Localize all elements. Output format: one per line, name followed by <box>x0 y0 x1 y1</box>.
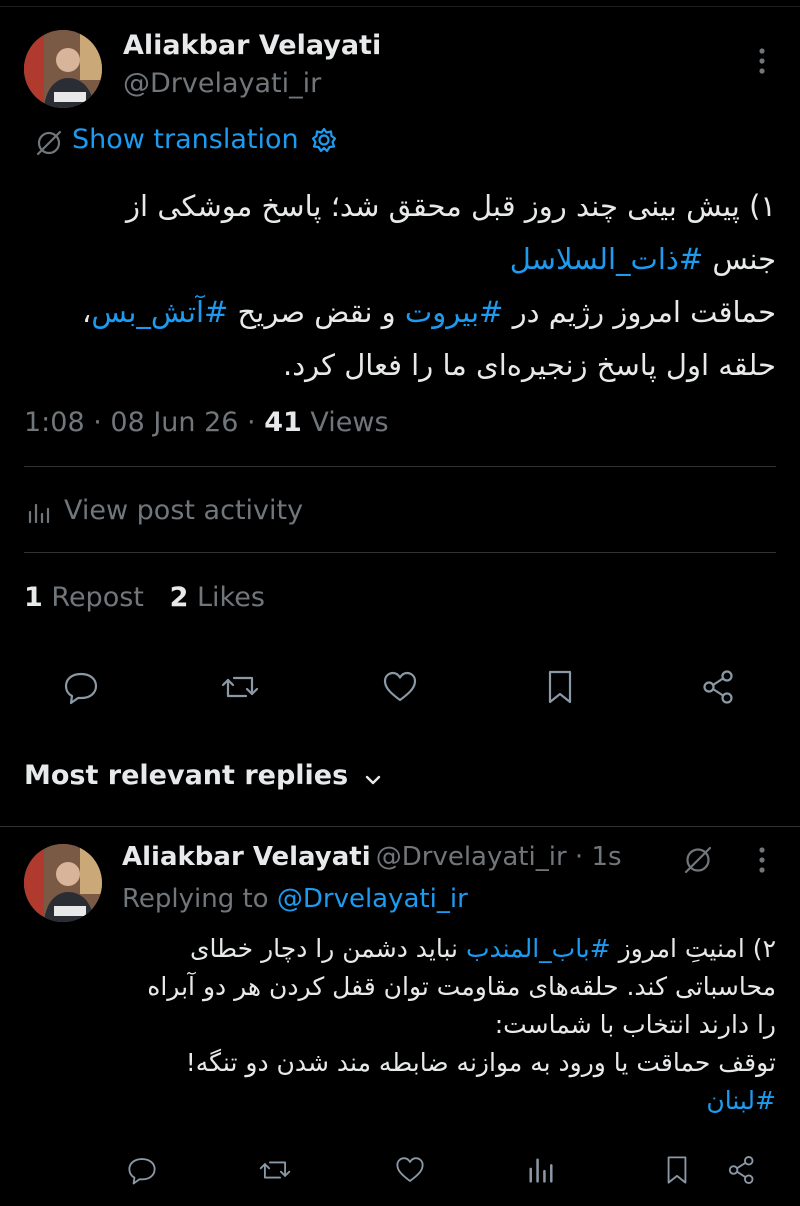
gear-icon[interactable] <box>310 126 338 154</box>
avatar[interactable] <box>24 30 102 108</box>
post-text-line: حلقه اول پاسخ زنجیره‌ای ما را فعال کرد. <box>283 348 776 382</box>
reply-icon[interactable] <box>126 1154 158 1186</box>
separator: · <box>84 407 111 438</box>
share-icon[interactable] <box>700 668 738 706</box>
post-date[interactable]: 08 Jun 26 <box>110 407 238 438</box>
more-icon[interactable] <box>752 47 772 77</box>
view-post-activity-link[interactable]: View post activity <box>64 495 303 526</box>
post-text-line: جنس #ذات_السلاسل <box>20 233 776 286</box>
engagement-counts: 1 Repost 2 Likes <box>24 582 265 613</box>
heart-icon[interactable] <box>381 668 419 706</box>
reply-avatar[interactable] <box>24 844 102 922</box>
post-text-segment: جنس <box>703 242 776 276</box>
reply-icon[interactable] <box>62 668 100 706</box>
reply-header: Aliakbar Velayati @Drvelayati_ir · 1s <box>122 842 622 872</box>
post-text: ۱) پیش بینی چند روز قبل محقق شد؛ پاسخ مو… <box>20 180 776 392</box>
reply-author-name[interactable]: Aliakbar Velayati <box>122 842 371 872</box>
replying-to-handle[interactable]: @Drvelayati_ir <box>277 884 468 914</box>
repost-icon[interactable] <box>220 668 260 706</box>
reply-text-line: را دارند انتخاب با شماست: <box>494 1010 776 1039</box>
reply-text-line: محاسباتی کند. حلقه‌های مقاومت توان قفل ک… <box>147 972 776 1001</box>
replying-to-label: Replying to <box>122 884 269 914</box>
divider <box>24 466 776 467</box>
analytics-icon[interactable] <box>526 1154 556 1186</box>
reply-text-line: ۲) امنیتِ امروز #باب_المندب نباید دشمن ر… <box>118 930 776 968</box>
hashtag-link[interactable]: #بیروت <box>405 295 503 329</box>
author-name[interactable]: Aliakbar Velayati <box>123 30 381 61</box>
likes-link[interactable]: 2 Likes <box>170 582 265 613</box>
heart-icon[interactable] <box>394 1154 426 1186</box>
top-divider <box>0 6 800 7</box>
hashtag-link[interactable]: #لبنان <box>706 1086 776 1115</box>
grok-icon[interactable] <box>682 844 714 876</box>
replying-to: Replying to @Drvelayati_ir <box>122 884 468 914</box>
share-icon[interactable] <box>726 1154 758 1186</box>
likes-count: 2 <box>169 582 189 613</box>
reply-text-line: توقف حماقت یا ورود به موازنه ضابطه مند ش… <box>185 1048 776 1077</box>
reposts-link[interactable]: 1 Repost <box>24 582 144 613</box>
analytics-icon <box>26 500 52 526</box>
post-time[interactable]: 1:08 <box>24 407 85 438</box>
hashtag-link[interactable]: #ذات_السلاسل <box>510 242 703 276</box>
show-translation-link[interactable]: Show translation <box>72 124 299 155</box>
post-text-segment: ، <box>82 295 92 329</box>
bookmark-icon[interactable] <box>543 668 577 706</box>
reply-time[interactable]: 1s <box>591 842 621 872</box>
reply-text: ۲) امنیتِ امروز #باب_المندب نباید دشمن ر… <box>118 930 776 1120</box>
repost-count: 1 <box>24 582 43 613</box>
separator: · <box>238 407 265 438</box>
divider <box>0 826 800 827</box>
reply-text-segment: نباید دشمن را دچار خطای <box>189 934 466 963</box>
post-text-segment: و نقض صریح <box>228 295 405 329</box>
chevron-down-icon <box>363 770 383 790</box>
post-text-line: حماقت امروز رژیم در #بیروت و نقض صریح #آ… <box>20 286 776 339</box>
post-text-segment: حماقت امروز رژیم در <box>503 295 776 329</box>
repost-icon[interactable] <box>258 1154 292 1186</box>
replies-sort-dropdown[interactable]: Most relevant replies <box>24 760 383 791</box>
translate-icon <box>34 128 64 158</box>
reply-text-segment: ۲) امنیتِ امروز <box>610 934 776 963</box>
views-label: Views <box>310 407 389 438</box>
likes-label: Likes <box>197 582 265 613</box>
divider <box>24 552 776 553</box>
post-text-line: ۱) پیش بینی چند روز قبل محقق شد؛ پاسخ مو… <box>126 189 776 223</box>
replies-sort-label: Most relevant replies <box>24 760 349 791</box>
more-icon[interactable] <box>752 846 772 876</box>
views-count: 41 <box>264 407 302 438</box>
hashtag-link[interactable]: #باب_المندب <box>466 934 611 963</box>
reply-text-line: #لبنان <box>118 1082 776 1120</box>
separator: · <box>566 842 592 872</box>
author-handle[interactable]: @Drvelayati_ir <box>123 68 321 99</box>
repost-label: Repost <box>51 582 144 613</box>
reply-author-handle[interactable]: @Drvelayati_ir <box>376 842 567 872</box>
hashtag-link[interactable]: #آتش_بس <box>91 295 228 329</box>
post-meta: 1:08 · 08 Jun 26 · 41 Views <box>24 407 389 438</box>
bookmark-icon[interactable] <box>662 1154 692 1186</box>
